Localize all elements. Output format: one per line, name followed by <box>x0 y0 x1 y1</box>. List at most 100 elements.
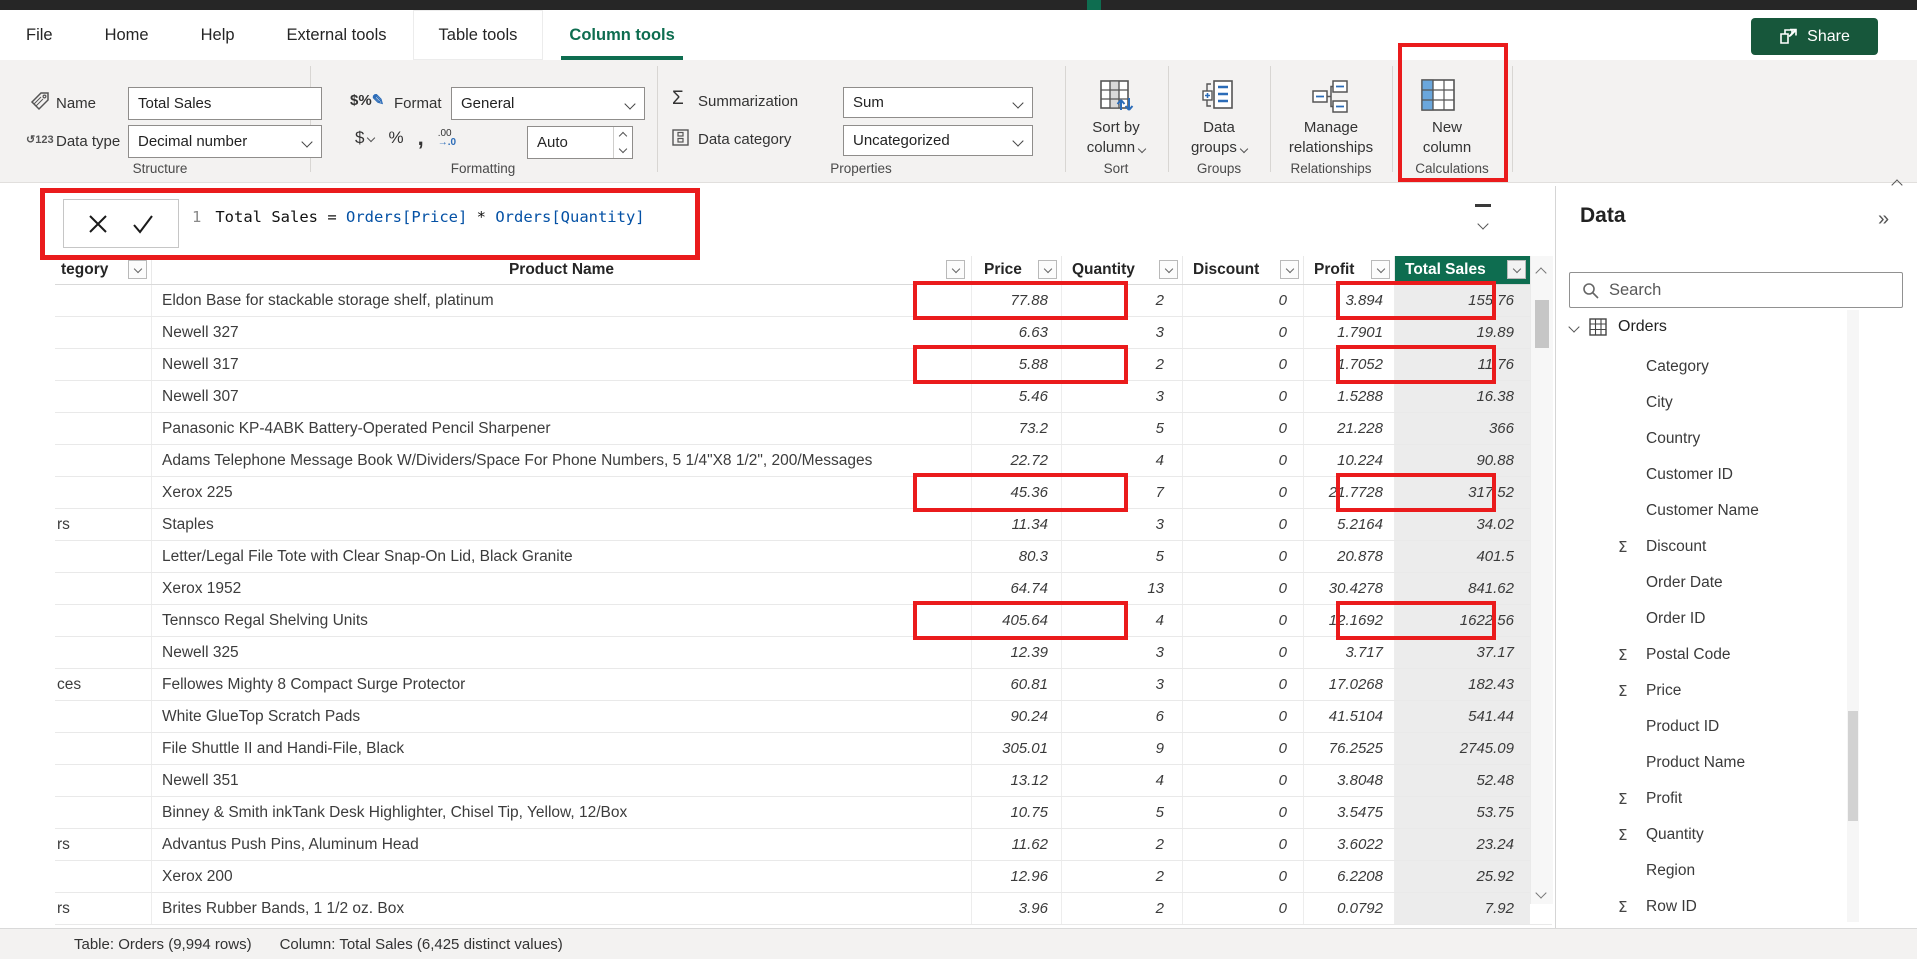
table-row[interactable]: Newell 351 13.12 4 0 3.8048 52.48 <box>55 765 1552 797</box>
field-item[interactable]: Σ Profit <box>1556 781 1856 817</box>
table-row[interactable]: rs Advantus Push Pins, Aluminum Head 11.… <box>55 829 1552 861</box>
table-row[interactable]: Letter/Legal File Tote with Clear Snap-O… <box>55 541 1552 573</box>
pane-scroll-thumb[interactable] <box>1848 711 1858 821</box>
menu-tab[interactable]: Home <box>79 10 175 60</box>
menu-tab[interactable]: Column tools <box>543 10 700 60</box>
field-item[interactable]: Σ Country <box>1556 421 1856 457</box>
summarization-select[interactable]: Sum <box>843 87 1033 118</box>
currency-button[interactable]: $ <box>355 128 374 148</box>
chevron-down-icon[interactable] <box>1568 321 1579 332</box>
column-name-input[interactable]: Total Sales <box>128 87 322 120</box>
table-row[interactable]: Tennsco Regal Shelving Units 405.64 4 0 … <box>55 605 1552 637</box>
field-item[interactable]: Σ Region <box>1556 853 1856 889</box>
table-row[interactable]: Xerox 1952 64.74 13 0 30.4278 841.62 <box>55 573 1552 605</box>
filter-chevron-icon[interactable] <box>128 260 147 279</box>
filter-chevron-icon[interactable] <box>1280 260 1299 279</box>
table-row[interactable]: rs Staples 11.34 3 0 5.2164 34.02 <box>55 509 1552 541</box>
datatype-label: Data type <box>56 133 120 150</box>
field-item[interactable]: Σ Discount <box>1556 529 1856 565</box>
cell-product-name: Xerox 1952 <box>152 573 972 604</box>
field-item[interactable]: Σ Price <box>1556 673 1856 709</box>
field-item[interactable]: Σ Postal Code <box>1556 637 1856 673</box>
formula-expand-icon[interactable] <box>1468 204 1498 233</box>
header-total-sales-selected[interactable]: Total Sales <box>1395 256 1530 284</box>
sort-by-column-button[interactable]: Sort by column <box>1064 118 1168 158</box>
header-price[interactable]: Price <box>972 256 1062 284</box>
menu-tab[interactable]: Help <box>175 10 261 60</box>
field-item[interactable]: Σ Quantity <box>1556 817 1856 853</box>
table-row[interactable]: Newell 307 5.46 3 0 1.5288 16.38 <box>55 381 1552 413</box>
field-item[interactable]: Σ Order ID <box>1556 601 1856 637</box>
field-item[interactable]: Σ Product Name <box>1556 745 1856 781</box>
menu-tab[interactable]: External tools <box>261 10 413 60</box>
data-groups-button[interactable]: Data groups <box>1167 118 1271 158</box>
scroll-down-icon[interactable] <box>1537 884 1545 902</box>
format-select[interactable]: General <box>451 87 645 120</box>
cell-profit: 41.5104 <box>1304 701 1395 732</box>
new-column-icon <box>1420 78 1456 112</box>
filter-chevron-icon[interactable] <box>1507 260 1526 279</box>
field-item[interactable]: Σ City <box>1556 385 1856 421</box>
menu-tab[interactable]: File <box>0 10 79 60</box>
filter-chevron-icon[interactable] <box>1371 260 1390 279</box>
orders-table-node[interactable]: Orders <box>1570 318 1667 336</box>
table-row[interactable]: ces Fellowes Mighty 8 Compact Surge Prot… <box>55 669 1552 701</box>
data-pane-title: Data <box>1580 204 1626 228</box>
data-view-canvas: 1Total Sales = Orders[Price] * Orders[Qu… <box>0 186 1555 928</box>
filter-chevron-icon[interactable] <box>1159 260 1178 279</box>
comma-button[interactable]: , <box>418 133 424 143</box>
vertical-scroll-thumb[interactable] <box>1535 300 1549 348</box>
table-row[interactable]: Binney & Smith inkTank Desk Highlighter,… <box>55 797 1552 829</box>
table-row[interactable]: Xerox 200 12.96 2 0 6.2208 25.92 <box>55 861 1552 893</box>
dax-formula-input[interactable]: 1Total Sales = Orders[Price] * Orders[Qu… <box>192 208 645 226</box>
field-item[interactable]: Σ Product ID <box>1556 709 1856 745</box>
decimal-places-button[interactable]: .00 →.0 <box>438 129 456 147</box>
header-discount[interactable]: Discount <box>1183 256 1304 284</box>
table-row[interactable]: Adams Telephone Message Book W/Dividers/… <box>55 445 1552 477</box>
table-row[interactable]: Xerox 225 45.36 7 0 21.7728 317.52 <box>55 477 1552 509</box>
header-quantity[interactable]: Quantity <box>1062 256 1183 284</box>
header-category[interactable]: tegory <box>55 256 152 284</box>
table-row[interactable]: Newell 325 12.39 3 0 3.717 37.17 <box>55 637 1552 669</box>
new-column-button[interactable]: New column <box>1395 118 1499 158</box>
field-item[interactable]: Σ Row ID <box>1556 889 1856 925</box>
search-input[interactable]: Search <box>1569 272 1903 308</box>
cell-quantity: 6 <box>1062 701 1183 732</box>
share-button[interactable]: Share <box>1751 18 1878 55</box>
header-product-name[interactable]: Product Name <box>152 256 972 284</box>
collapse-pane-icon[interactable]: » <box>1878 208 1887 231</box>
cell-quantity: 13 <box>1062 573 1183 604</box>
search-icon <box>1582 282 1599 299</box>
header-profit[interactable]: Profit <box>1304 256 1395 284</box>
menu-tab[interactable]: Table tools <box>413 10 544 60</box>
scroll-up-icon[interactable] <box>1537 264 1545 282</box>
decimal-auto-stepper[interactable]: Auto <box>527 126 633 159</box>
field-item[interactable]: Σ Customer Name <box>1556 493 1856 529</box>
cell-quantity: 7 <box>1062 477 1183 508</box>
manage-relationships-button[interactable]: Manage relationships <box>1276 118 1386 158</box>
table-row[interactable]: rs Brites Rubber Bands, 1 1/2 oz. Box 3.… <box>55 893 1552 925</box>
table-row[interactable]: White GlueTop Scratch Pads 90.24 6 0 41.… <box>55 701 1552 733</box>
datacategory-select[interactable]: Uncategorized <box>843 125 1033 156</box>
cell-quantity: 2 <box>1062 349 1183 380</box>
field-item[interactable]: Σ Order Date <box>1556 565 1856 601</box>
formula-bar: 1Total Sales = Orders[Price] * Orders[Qu… <box>0 186 1545 256</box>
table-row[interactable]: Newell 317 5.88 2 0 1.7052 11.76 <box>55 349 1552 381</box>
field-item[interactable]: Σ Customer ID <box>1556 457 1856 493</box>
field-label: Order Date <box>1646 574 1723 592</box>
table-row[interactable]: Newell 327 6.63 3 0 1.7901 19.89 <box>55 317 1552 349</box>
filter-chevron-icon[interactable] <box>946 260 965 279</box>
commit-icon[interactable] <box>131 213 155 235</box>
field-item[interactable]: Σ Category <box>1556 349 1856 385</box>
cancel-icon[interactable] <box>87 213 109 235</box>
filter-chevron-icon[interactable] <box>1038 260 1057 279</box>
datatype-select[interactable]: Decimal number <box>128 125 322 158</box>
table-row[interactable]: File Shuttle II and Handi-File, Black 30… <box>55 733 1552 765</box>
stepper-arrows[interactable] <box>613 127 632 158</box>
vertical-scrollbar[interactable] <box>1530 256 1553 904</box>
pane-scrollbar[interactable] <box>1847 310 1859 922</box>
table-row[interactable]: Panasonic KP-4ABK Battery-Operated Penci… <box>55 413 1552 445</box>
percent-button[interactable]: % <box>388 128 403 148</box>
table-row[interactable]: Eldon Base for stackable storage shelf, … <box>55 285 1552 317</box>
status-bar: Table: Orders (9,994 rows) Column: Total… <box>0 928 1917 959</box>
